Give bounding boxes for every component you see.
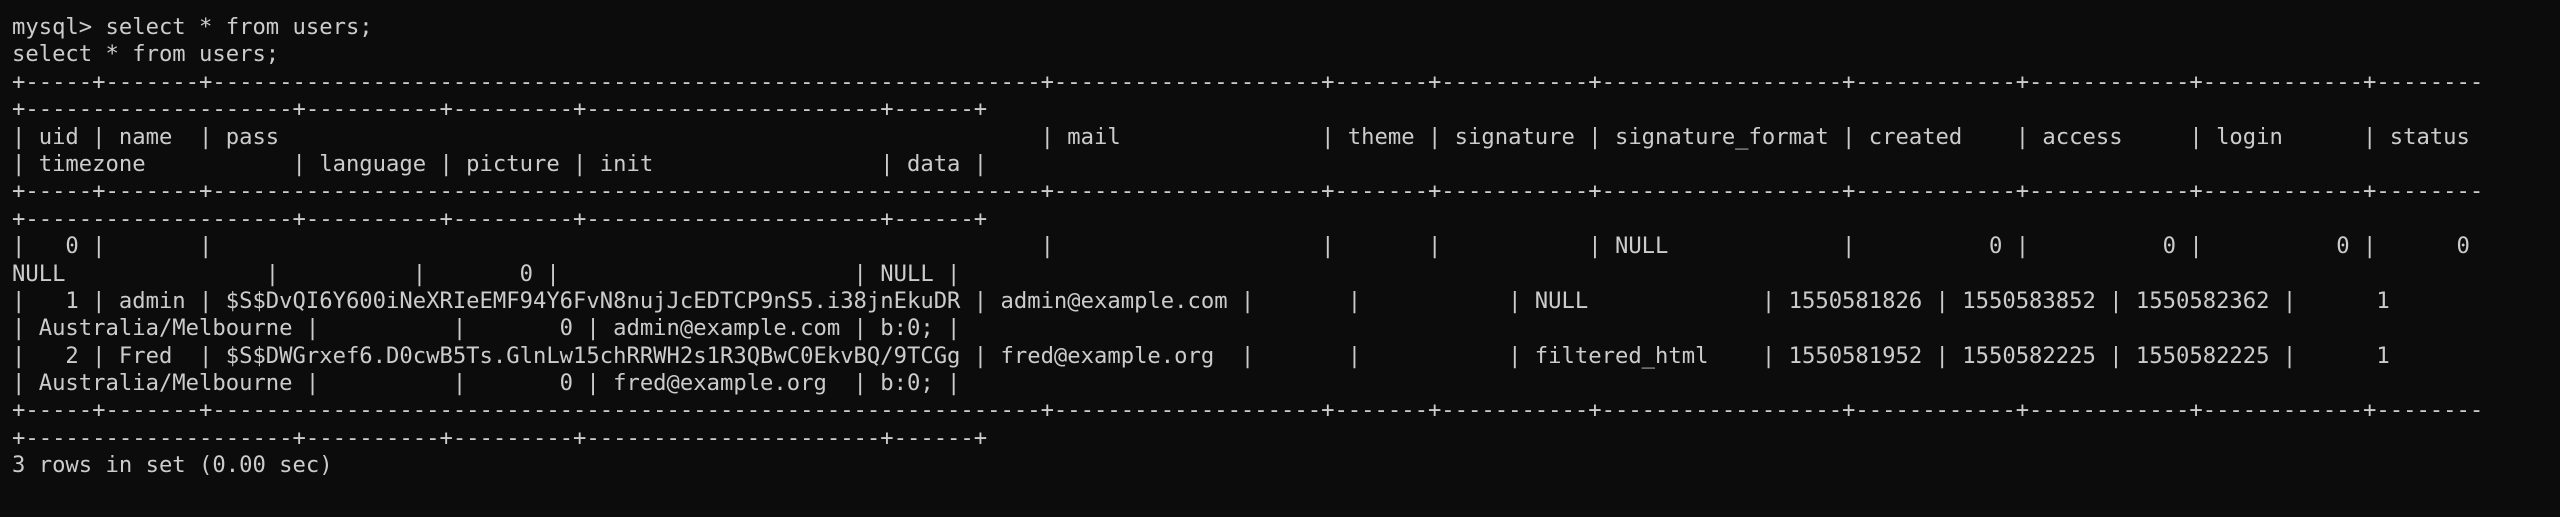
table-border-header-wrapped: +--------------------+----------+-------… bbox=[12, 205, 988, 232]
table-row: | 1 | admin | $S$DvQI6Y600iNeXRIeEMF94Y6… bbox=[12, 287, 2390, 314]
table-border-header: +-----+-------+-------------------------… bbox=[12, 178, 2484, 205]
table-border-bottom: +-----+-------+-------------------------… bbox=[12, 397, 2484, 424]
result-summary: 3 rows in set (0.00 sec) bbox=[12, 452, 333, 479]
table-border-bottom-wrapped: +--------------------+----------+-------… bbox=[12, 424, 988, 451]
table-row: | 2 | Fred | $S$DWGrxef6.D0cwB5Ts.GlnLw1… bbox=[12, 342, 2390, 369]
command-prompt-line: mysql> select * from users; bbox=[12, 14, 373, 40]
table-border-top: +-----+-------+-------------------------… bbox=[12, 68, 2484, 95]
table-header-row: | uid | name | pass | mail | theme | sig… bbox=[12, 123, 2470, 150]
table-row: | 0 | | | | | | NULL | 0 | 0 | 0 | 0 bbox=[12, 233, 2470, 260]
terminal-window[interactable]: mysql> select * from users; select * fro… bbox=[0, 0, 2560, 517]
table-border-top-wrapped: +--------------------+----------+-------… bbox=[12, 96, 988, 123]
table-row-wrapped: NULL | | 0 | | NULL | bbox=[12, 260, 961, 287]
table-row-wrapped: | Australia/Melbourne | | 0 | fred@examp… bbox=[12, 370, 961, 397]
table-row-wrapped: | Australia/Melbourne | | 0 | admin@exam… bbox=[12, 315, 961, 342]
command-echo-line: select * from users; bbox=[12, 41, 280, 68]
table-header-row-wrapped: | timezone | language | picture | init |… bbox=[12, 150, 988, 177]
